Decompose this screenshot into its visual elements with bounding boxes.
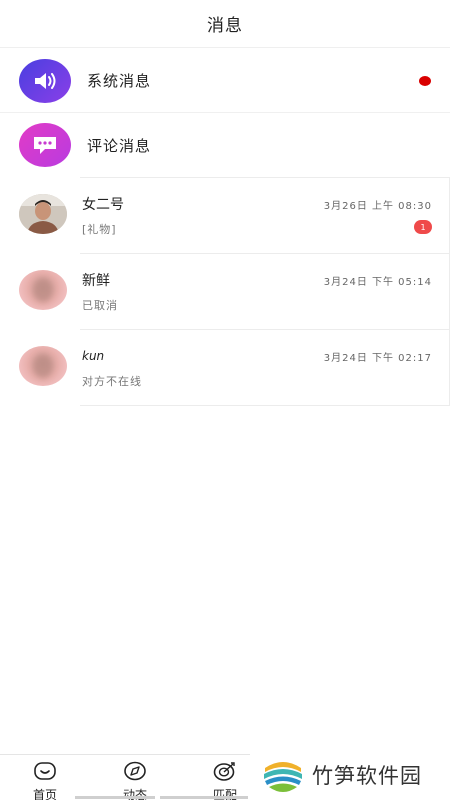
chat-list: 女二号 3月26日 上午 08:30 [礼物] 1 新鲜 3月24日 下午 05… bbox=[0, 177, 450, 406]
contact-name: 女二号 bbox=[82, 197, 124, 213]
target-icon bbox=[213, 761, 237, 785]
avatar[interactable] bbox=[19, 194, 67, 234]
tab-indicator bbox=[75, 796, 155, 799]
comment-messages-row[interactable]: 评论消息 bbox=[0, 113, 450, 177]
comment-icon bbox=[19, 123, 71, 167]
tab-feed[interactable]: 动态 bbox=[115, 761, 155, 800]
message-preview: 已取消 bbox=[82, 299, 118, 312]
watermark-text: 竹笋软件园 bbox=[312, 764, 422, 788]
comment-messages-label: 评论消息 bbox=[87, 136, 152, 155]
system-messages-label: 系统消息 bbox=[87, 72, 152, 90]
unread-dot bbox=[419, 76, 431, 86]
page-title: 消息 bbox=[207, 16, 243, 36]
message-time: 3月26日 上午 08:30 bbox=[323, 201, 432, 212]
home-icon bbox=[33, 761, 57, 785]
divider bbox=[80, 405, 450, 406]
divider bbox=[80, 253, 450, 254]
tab-label: 首页 bbox=[32, 788, 57, 800]
system-messages-row[interactable]: 系统消息 bbox=[0, 49, 450, 113]
message-preview: [礼物] bbox=[82, 223, 117, 236]
avatar[interactable] bbox=[19, 346, 67, 386]
divider bbox=[80, 177, 450, 178]
tab-indicator bbox=[160, 796, 248, 799]
watermark-logo-icon bbox=[262, 752, 304, 798]
bottom-tab-bar: 首页 动态 匹配 bbox=[0, 754, 250, 800]
compass-icon bbox=[123, 761, 147, 785]
message-time: 3月24日 下午 02:17 bbox=[323, 353, 432, 364]
list-item[interactable]: kun 3月24日 下午 02:17 对方不在线 bbox=[0, 329, 450, 405]
contact-name: 新鲜 bbox=[82, 273, 110, 289]
list-item[interactable]: 女二号 3月26日 上午 08:30 [礼物] 1 bbox=[0, 177, 450, 253]
message-time: 3月24日 下午 05:14 bbox=[323, 277, 432, 288]
speaker-icon bbox=[19, 58, 71, 103]
avatar[interactable] bbox=[19, 270, 67, 310]
contact-name: kun bbox=[82, 349, 105, 363]
watermark: 竹笋软件园 bbox=[262, 752, 450, 798]
list-item[interactable]: 新鲜 3月24日 下午 05:14 已取消 bbox=[0, 253, 450, 329]
divider bbox=[80, 329, 450, 330]
top-bar: 消息 bbox=[0, 0, 450, 48]
unread-badge: 1 bbox=[414, 220, 432, 234]
message-preview: 对方不在线 bbox=[82, 375, 142, 388]
tab-match[interactable]: 匹配 bbox=[205, 761, 245, 800]
tab-home[interactable]: 首页 bbox=[25, 761, 65, 800]
